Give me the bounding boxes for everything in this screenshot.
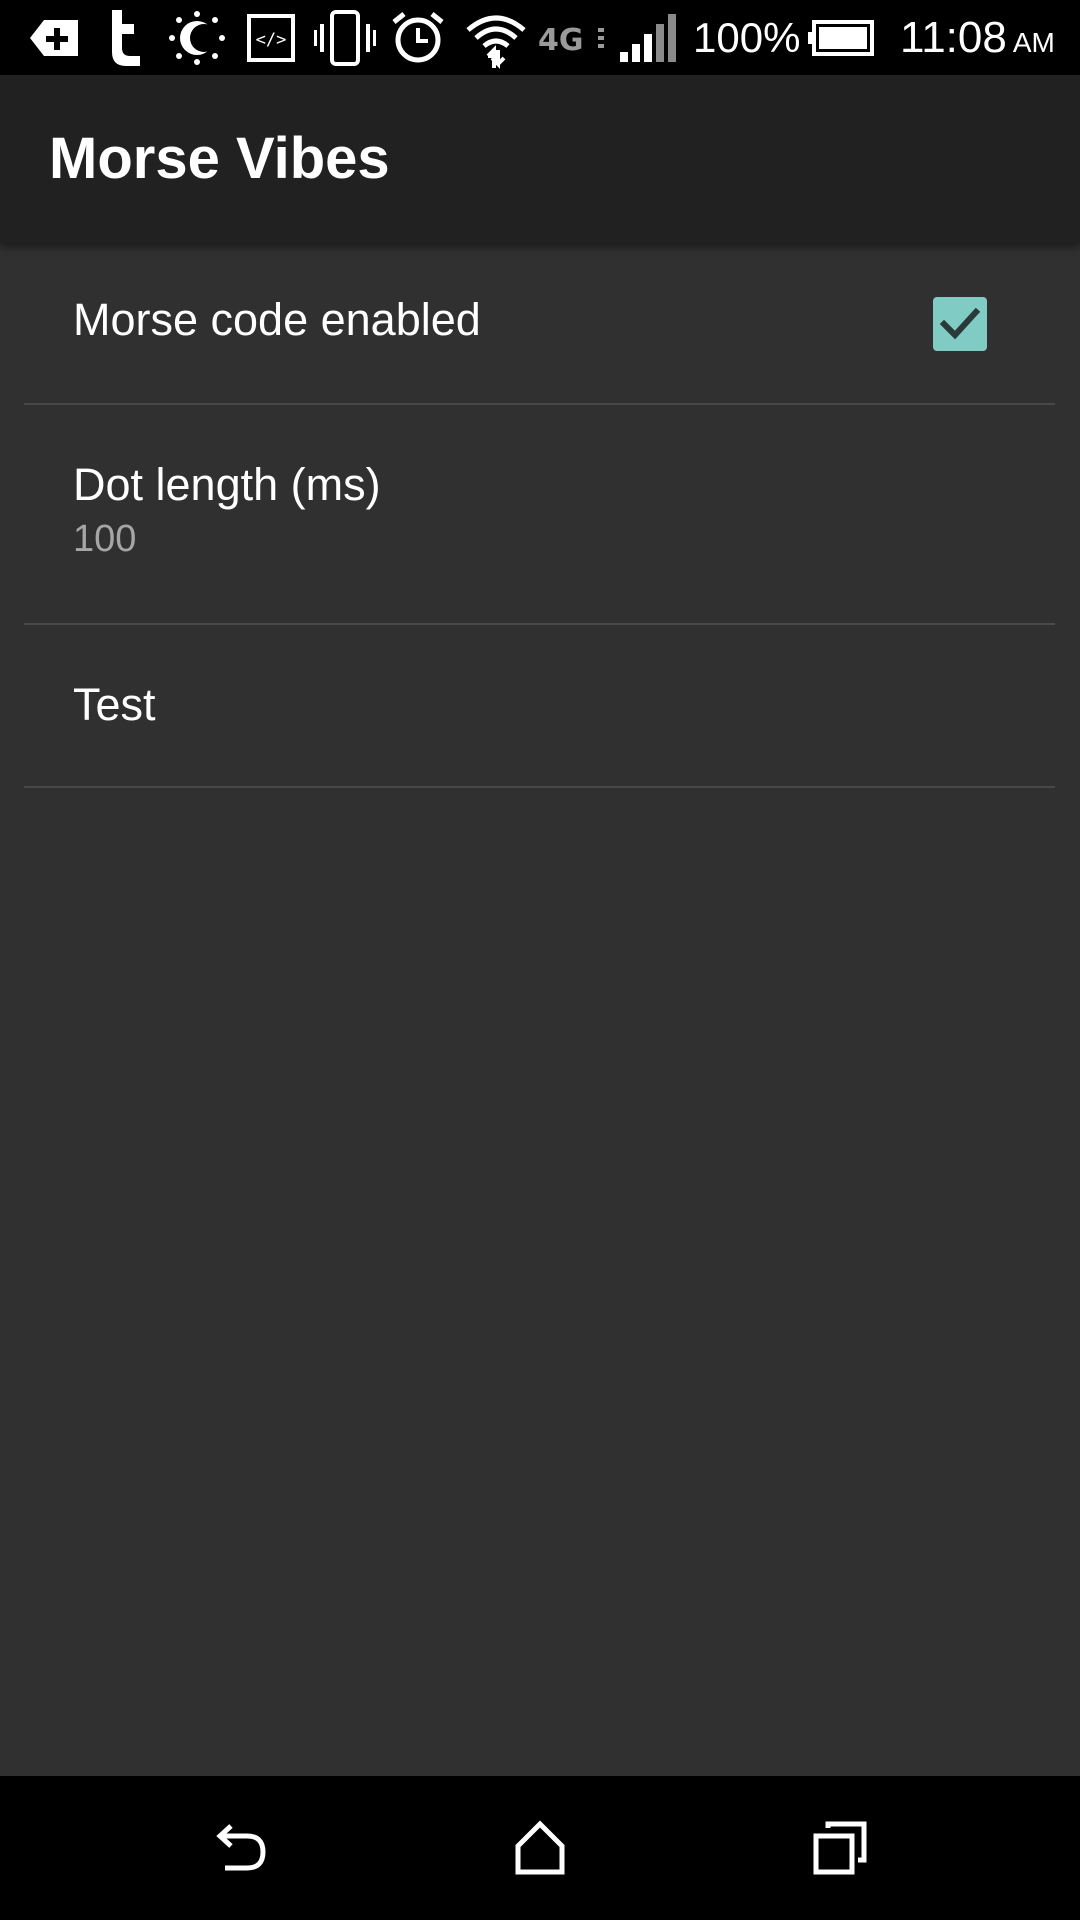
- pref-test[interactable]: Test: [24, 625, 1055, 788]
- home-icon: [515, 1820, 565, 1875]
- app-title: Morse Vibes: [49, 126, 390, 191]
- battery-percent: 100%: [693, 14, 801, 61]
- back-button[interactable]: [211, 1818, 271, 1878]
- wifi-icon: [464, 10, 528, 69]
- status-bar: </> 4G 100% 11:08 AM: [0, 0, 1080, 75]
- plus-app-icon: [26, 10, 82, 66]
- nav-bar: [0, 1776, 1080, 1920]
- network-label: 4G: [538, 23, 584, 58]
- battery-icon: [806, 10, 874, 66]
- pref-title: Dot length (ms): [73, 459, 381, 510]
- tumblr-icon: [104, 10, 148, 66]
- signal-icon: [618, 10, 678, 66]
- pref-summary: 100: [73, 518, 137, 560]
- pref-dot-length[interactable]: Dot length (ms) 100: [24, 405, 1055, 625]
- clock-ampm: AM: [1012, 27, 1055, 58]
- pref-title: Test: [73, 679, 156, 730]
- svg-text:</>: </>: [256, 30, 287, 50]
- clock-time: 11:08: [900, 13, 1007, 62]
- back-icon: [216, 1824, 266, 1871]
- clock: 11:08 AM: [900, 12, 1055, 69]
- checkmark-icon: [939, 307, 981, 340]
- 4g-lte-icon: 4G: [538, 10, 608, 66]
- recents-button[interactable]: [810, 1818, 870, 1878]
- app-bar: Morse Vibes: [0, 75, 1080, 243]
- brightness-icon: [166, 10, 228, 66]
- pref-title: Morse code enabled: [73, 294, 481, 345]
- pref-morse-code-enabled[interactable]: Morse code enabled: [24, 243, 1055, 405]
- morse-code-checkbox[interactable]: [933, 297, 987, 351]
- vibrate-icon: [314, 10, 376, 66]
- recents-icon: [813, 1821, 867, 1875]
- preference-list: Morse code enabled Dot length (ms) 100 T…: [0, 243, 1080, 788]
- alarm-icon: [390, 10, 446, 66]
- code-icon: </>: [246, 10, 296, 66]
- home-button[interactable]: [510, 1818, 570, 1878]
